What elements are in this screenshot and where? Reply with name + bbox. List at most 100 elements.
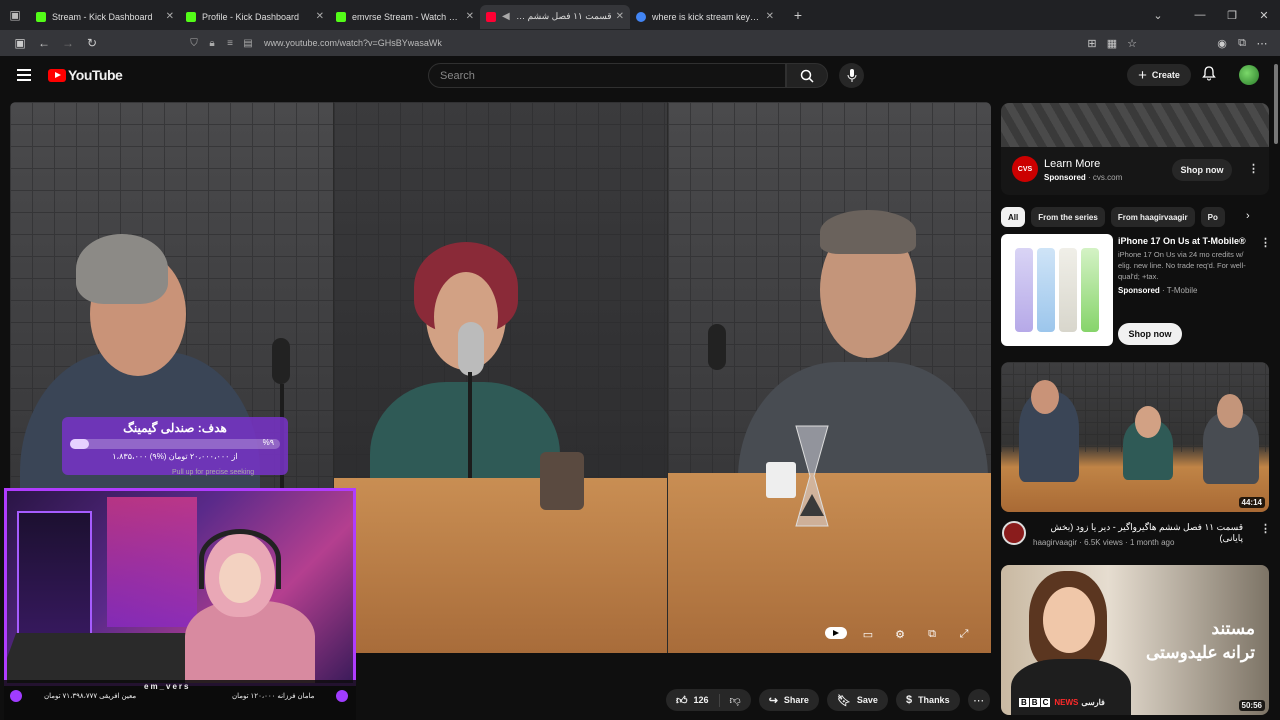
tab-actions-icon[interactable]: ▣ (0, 0, 30, 30)
promo-shop-now-button[interactable]: Shop now (1118, 323, 1182, 345)
documentary-line1: مستند (1211, 619, 1255, 638)
extensions-icon[interactable]: ⧉ (1232, 37, 1252, 50)
stream-goal-overlay: هدف: صندلی گیمینگ %۹ ۱،۸۳۵،۰۰۰ از ۲۰،۰۰۰… (62, 417, 288, 475)
like-button[interactable]: 👍︎ 126 (666, 693, 720, 707)
close-window-icon[interactable]: ✕ (1248, 9, 1280, 22)
settings-gear-icon[interactable]: ⚙ (884, 628, 916, 641)
tab-0[interactable]: Stream - Kick Dashboard ✕ (30, 5, 180, 29)
cvs-logo-text: CVS (1017, 165, 1033, 173)
ad-title[interactable]: Learn More (1044, 158, 1100, 170)
dislike-button[interactable]: 👎︎ (720, 694, 751, 707)
promo-sponsored-label: Sponsored (1118, 286, 1160, 295)
page-icon[interactable]: ▤ (240, 38, 256, 49)
tab-2[interactable]: emvrse Stream - Watch Live on ✕ (330, 5, 480, 29)
miniplayer-icon[interactable]: ⧉ (916, 628, 948, 641)
share-label: Share (783, 695, 809, 705)
sidebar-toggle-icon[interactable]: ▣ (8, 36, 32, 50)
related-more-icon[interactable]: ⋮ (1260, 522, 1271, 535)
account-avatar[interactable] (1239, 65, 1259, 85)
new-tab-icon[interactable]: + (786, 3, 810, 27)
youtube-logo[interactable]: YouTube (48, 67, 123, 83)
thumbs-down-icon: 👎︎ (729, 694, 741, 707)
chip-from-channel[interactable]: From haagirvaagir (1110, 207, 1195, 227)
ad-more-icon[interactable]: ⋮ (1248, 162, 1259, 175)
related-filter-chips: All From the series From haagirvaagir Po (1001, 206, 1269, 228)
thanks-button[interactable]: $ Thanks (895, 689, 960, 711)
create-button[interactable]: + Create (1127, 64, 1191, 86)
tune-icon[interactable]: ≡ (222, 38, 238, 49)
bbc-news-logo: B B C NEWS فارسی (1019, 698, 1105, 707)
page-scrollbar[interactable] (1272, 56, 1280, 720)
url-box[interactable]: ⛉ 🔒︎ ≡ ▤ www.youtube.com/watch?v=GHsBYwa… (186, 33, 1082, 53)
goal-progress-fill (70, 439, 89, 449)
tab-close-icon[interactable]: ✕ (166, 11, 174, 22)
chevron-right-icon[interactable]: › (1246, 210, 1250, 222)
sponsored-label: Sponsored (1044, 173, 1086, 182)
channel-name[interactable]: haagirvaagir (1033, 538, 1077, 547)
save-button[interactable]: 🔖︎ Save (826, 689, 888, 711)
promo-thumbnail[interactable] (1001, 234, 1113, 346)
restore-icon[interactable]: ❐ (1216, 9, 1248, 22)
tab-3-active[interactable]: ◀ قسمت ۱۱ فصل ششم هاگیرو ✕ (480, 4, 630, 29)
related-video-meta: haagirvaagir · 6.5K views · 1 month ago (1033, 538, 1175, 547)
autoplay-toggle[interactable] (820, 626, 852, 642)
overlay-donation-left: معین افریقی ۷۱،۳۹۸،۷۷۷ تومان (44, 693, 137, 700)
url-text[interactable]: www.youtube.com/watch?v=GHsBYwasaWk (264, 38, 442, 48)
chip-from-series[interactable]: From the series (1031, 207, 1105, 227)
tab-search-icon[interactable]: ⌄ (1142, 9, 1174, 22)
captions-icon[interactable]: ▭ (852, 628, 884, 641)
tab-1[interactable]: Profile - Kick Dashboard ✕ (180, 5, 330, 29)
tab-label: where is kick stream key? - Goo (652, 11, 762, 22)
player-controls: ▭ ⚙ ⧉ ⤢ (820, 624, 980, 644)
install-app-icon[interactable]: ⊞ (1082, 37, 1102, 50)
like-dislike-group: 👍︎ 126 👎︎ (666, 689, 751, 711)
lock-icon[interactable]: 🔒︎ (204, 38, 220, 49)
duration-badge: 44:14 (1238, 497, 1265, 508)
tab-label: emvrse Stream - Watch Live on (352, 11, 462, 22)
ad-banner-image[interactable] (1001, 103, 1269, 147)
back-icon[interactable]: ← (32, 36, 56, 50)
search-input[interactable]: Search (428, 63, 786, 88)
tab-4[interactable]: where is kick stream key? - Goo ✕ (630, 5, 780, 29)
favorite-star-icon[interactable]: ☆ (1122, 37, 1142, 50)
video-scene-center (334, 102, 667, 653)
news-label: NEWS (1054, 698, 1079, 707)
voice-search-button[interactable] (839, 63, 864, 88)
tab-close-icon[interactable]: ✕ (316, 11, 324, 22)
search-placeholder: Search (440, 69, 475, 82)
reader-icon[interactable]: ▦ (1102, 37, 1122, 50)
ad-shop-now-button[interactable]: Shop now (1172, 159, 1232, 181)
hamburger-menu-icon[interactable] (17, 69, 31, 81)
search-button[interactable] (786, 63, 828, 88)
more-actions-icon[interactable]: ⋯ (967, 689, 990, 711)
profile-icon[interactable]: ◉ (1212, 37, 1232, 50)
reload-icon[interactable]: ↻ (80, 36, 104, 50)
browser-tab-strip: ▣ Stream - Kick Dashboard ✕ Profile - Ki… (0, 0, 1280, 30)
overlay-dot-icon (10, 690, 22, 702)
documentary-thumbnail[interactable]: مستند ترانه علیدوستی B B C NEWS فارسی 50:56 (1001, 565, 1269, 715)
tab-label: Profile - Kick Dashboard (202, 11, 300, 22)
promo-title[interactable]: iPhone 17 On Us at T-Mobile® (1118, 236, 1246, 246)
share-button[interactable]: ↪ Share (758, 689, 819, 711)
promo-advertiser: T-Mobile (1166, 286, 1198, 295)
tab-close-icon[interactable]: ✕ (766, 11, 774, 22)
promo-more-icon[interactable]: ⋮ (1260, 236, 1271, 249)
create-label: Create (1151, 70, 1180, 80)
tab-close-icon[interactable]: ✕ (616, 11, 624, 22)
channel-avatar[interactable] (1002, 521, 1026, 545)
cvs-logo[interactable]: CVS (1012, 156, 1038, 182)
tab-close-icon[interactable]: ✕ (466, 11, 474, 22)
related-video-thumbnail[interactable]: 44:14 (1001, 362, 1269, 512)
speaker-icon[interactable]: ◀ (502, 11, 510, 22)
shield-icon[interactable]: ⛉ (186, 38, 202, 49)
forward-icon[interactable]: → (56, 36, 80, 50)
minimize-icon[interactable]: — (1184, 9, 1216, 21)
chip-more[interactable]: Po (1200, 207, 1225, 227)
notifications-bell-icon[interactable] (1202, 66, 1216, 84)
thanks-label: Thanks (918, 695, 950, 705)
fullscreen-icon[interactable]: ⤢ (948, 628, 980, 641)
goal-percent: %۹ (262, 438, 274, 447)
chip-all[interactable]: All (1001, 207, 1026, 227)
browser-menu-icon[interactable]: ⋯ (1252, 37, 1272, 50)
microphone-icon (847, 69, 856, 82)
